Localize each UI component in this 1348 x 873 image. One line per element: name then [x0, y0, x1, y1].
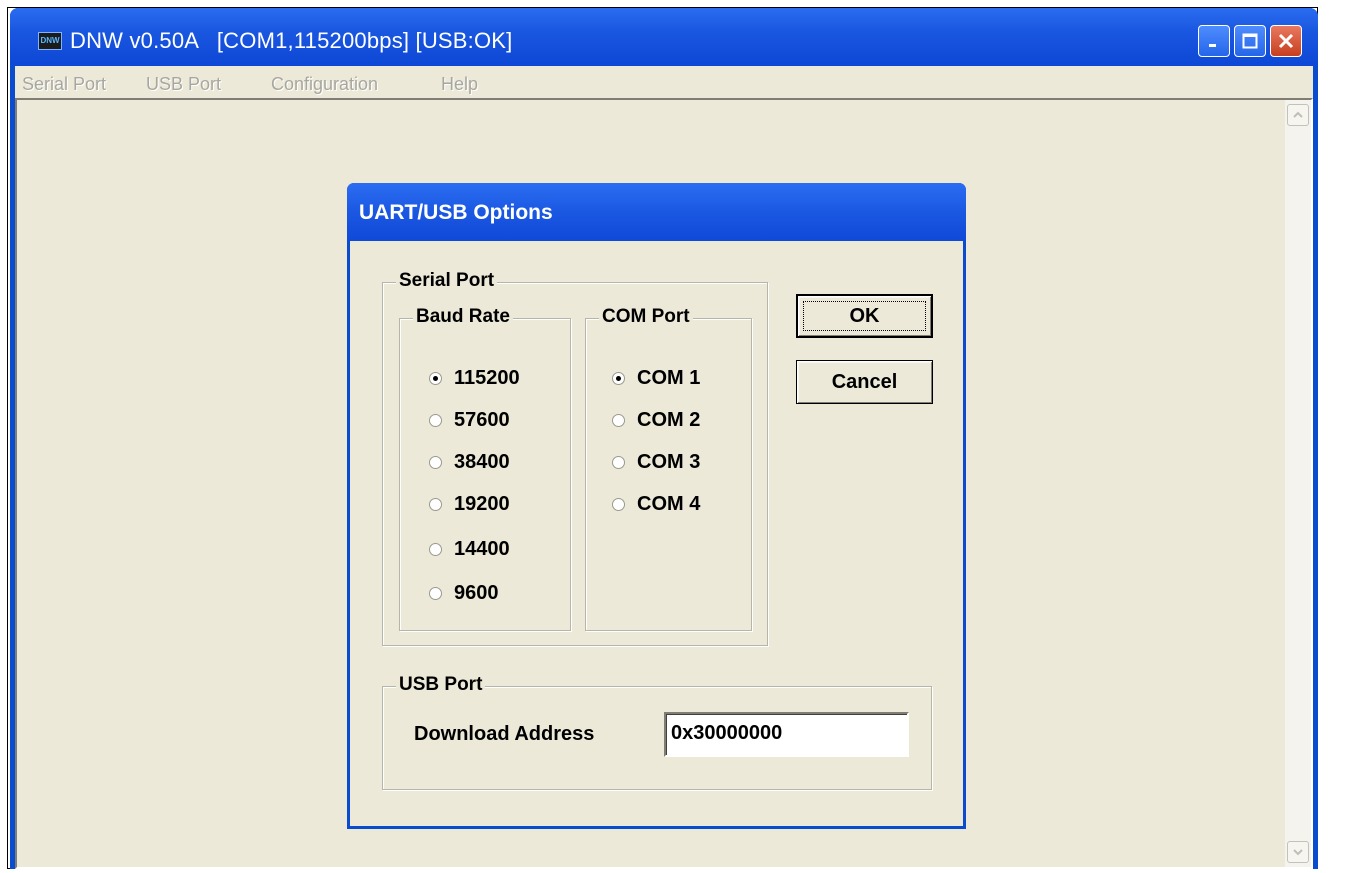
radio-icon	[429, 456, 442, 469]
scroll-up-button[interactable]	[1287, 104, 1309, 126]
download-address-label: Download Address	[414, 723, 595, 745]
baud-38400-radio[interactable]: 38400	[429, 451, 510, 474]
radio-icon	[612, 498, 625, 511]
cancel-label: Cancel	[831, 370, 898, 393]
minimize-icon	[1209, 44, 1216, 47]
baud-rate-label: Baud Rate	[413, 306, 513, 328]
menu-usb-port[interactable]: USB Port	[146, 74, 221, 95]
radio-label: 19200	[454, 493, 510, 515]
menu-bar: Serial Port USB Port Configuration Help	[15, 66, 1313, 98]
close-button[interactable]	[1270, 25, 1302, 57]
window-title: DNW v0.50A [COM1,115200bps] [USB:OK]	[70, 28, 513, 53]
scroll-down-button[interactable]	[1287, 841, 1309, 863]
com4-radio[interactable]: COM 4	[612, 493, 700, 516]
vertical-scrollbar[interactable]	[1285, 100, 1311, 867]
baud-57600-radio[interactable]: 57600	[429, 409, 510, 432]
title-bar[interactable]: DNW DNW v0.50A [COM1,115200bps] [USB:OK]	[10, 8, 1318, 66]
maximize-button[interactable]	[1234, 25, 1266, 57]
cancel-button[interactable]: Cancel	[796, 360, 933, 404]
radio-label: 14400	[454, 538, 510, 560]
radio-label: COM 4	[637, 493, 701, 515]
com-port-group: COM Port COM 1 COM 2 COM 3 COM 4	[585, 306, 752, 631]
radio-label: COM 1	[637, 367, 701, 389]
menu-help[interactable]: Help	[441, 74, 478, 95]
radio-icon	[429, 543, 442, 556]
com-port-label: COM Port	[599, 306, 693, 328]
dialog-title-bar[interactable]: UART/USB Options	[347, 183, 966, 241]
baud-115200-radio[interactable]: 115200	[429, 367, 520, 390]
radio-icon	[429, 414, 442, 427]
com2-radio[interactable]: COM 2	[612, 409, 700, 432]
com3-radio[interactable]: COM 3	[612, 451, 700, 474]
menu-serial-port[interactable]: Serial Port	[22, 74, 106, 95]
serial-port-label: Serial Port	[396, 270, 498, 292]
minimize-button[interactable]	[1198, 25, 1230, 57]
baud-rate-group: Baud Rate 115200 57600 38400 19200 14400	[399, 306, 571, 631]
menu-configuration[interactable]: Configuration	[271, 74, 378, 95]
maximize-icon	[1242, 33, 1258, 49]
radio-icon	[429, 498, 442, 511]
app-icon: DNW	[38, 32, 62, 50]
radio-selected-icon	[429, 372, 442, 385]
close-icon	[1278, 33, 1294, 49]
radio-label: 115200	[454, 367, 520, 389]
focus-rect	[803, 301, 926, 331]
baud-14400-radio[interactable]: 14400	[429, 538, 510, 561]
radio-label: 38400	[454, 451, 510, 473]
serial-port-group: Serial Port Baud Rate 115200 57600 38400…	[382, 270, 768, 646]
radio-label: COM 2	[637, 409, 701, 431]
chevron-up-icon	[1293, 111, 1303, 118]
radio-label: 9600	[454, 582, 499, 604]
radio-icon	[429, 587, 442, 600]
radio-selected-icon	[612, 372, 625, 385]
baud-9600-radio[interactable]: 9600	[429, 582, 499, 605]
ok-button[interactable]: OK	[796, 294, 933, 338]
baud-19200-radio[interactable]: 19200	[429, 493, 510, 516]
chevron-down-icon	[1293, 849, 1303, 856]
radio-icon	[612, 414, 625, 427]
radio-label: 57600	[454, 409, 510, 431]
dialog-title: UART/USB Options	[359, 201, 553, 224]
radio-label: COM 3	[637, 451, 701, 473]
download-address-input[interactable]: 0x30000000	[664, 712, 909, 757]
radio-icon	[612, 456, 625, 469]
com1-radio[interactable]: COM 1	[612, 367, 700, 390]
usb-port-label: USB Port	[396, 674, 486, 696]
